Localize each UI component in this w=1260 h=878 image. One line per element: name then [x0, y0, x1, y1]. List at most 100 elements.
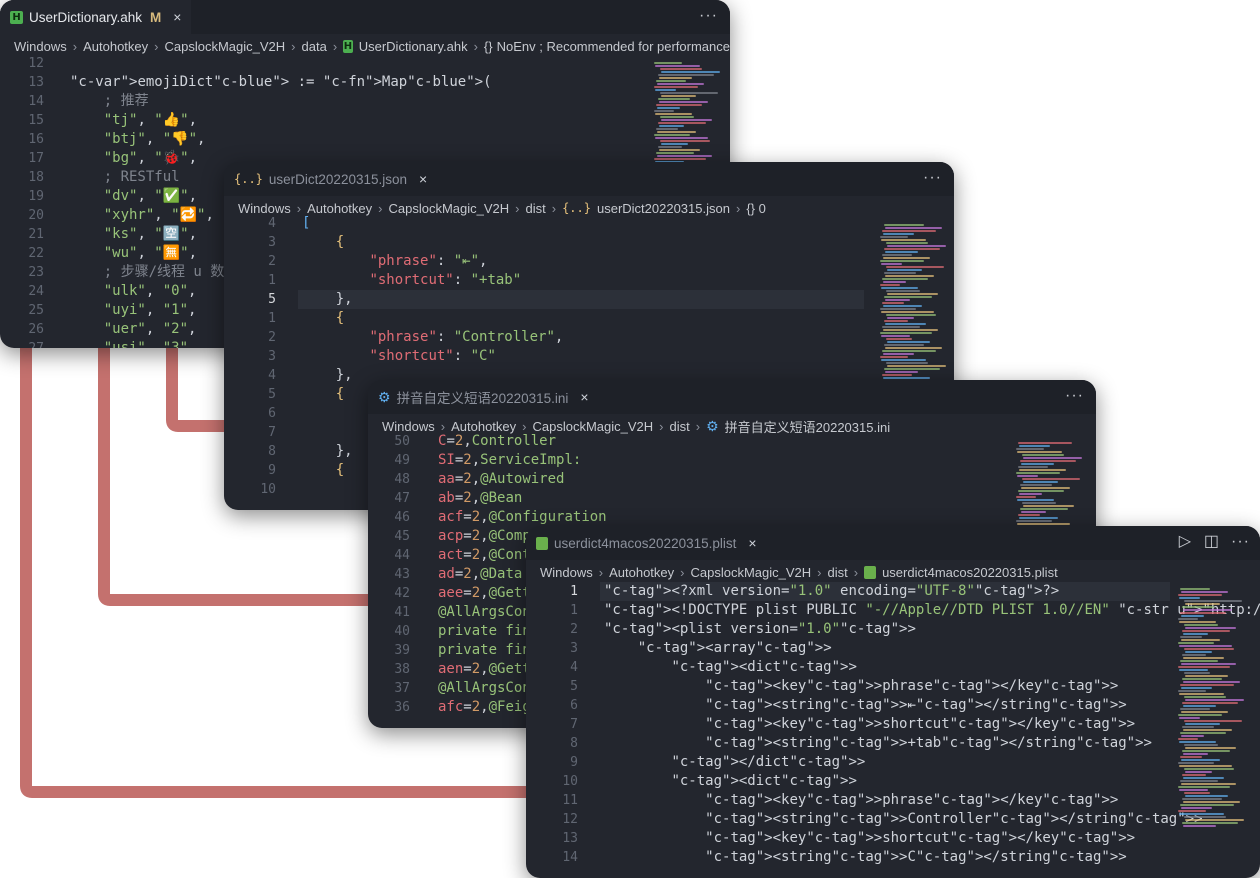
- breadcrumb-item[interactable]: Windows: [14, 39, 67, 54]
- code-line[interactable]: 13 "c-var">emojiDict"c-blue"> := "c-fn">M…: [0, 73, 730, 92]
- tab-userdict-json[interactable]: {..} userDict20220315.json ×: [224, 162, 437, 196]
- minimap-line: [657, 155, 712, 157]
- line-number: 50: [394, 434, 410, 449]
- code-line[interactable]: 2 "c-tag"><plist version="1.0""c-tag">>: [526, 620, 1260, 639]
- minimap-line: [1181, 639, 1220, 641]
- code-line[interactable]: 3 "shortcut": "C": [224, 347, 954, 366]
- breadcrumb-item[interactable]: NoEnv ; Recommended for performance: [497, 39, 730, 54]
- line-text: "tj", "👍",: [103, 112, 198, 128]
- minimap[interactable]: [1178, 588, 1246, 828]
- code-line[interactable]: 1 "c-tag"><!DOCTYPE plist PUBLIC "-//Appl…: [526, 601, 1260, 620]
- code-line[interactable]: 4[: [224, 214, 954, 233]
- code-line[interactable]: 2 "phrase": "⇤",: [224, 252, 954, 271]
- minimap-line: [1016, 496, 1036, 498]
- minimap-line: [1180, 756, 1202, 758]
- line-text: "c-tag"><key"c-tag">>shortcut"c-tag"></k…: [705, 716, 1136, 732]
- code-line[interactable]: 10 "c-tag"><dict"c-tag">>: [526, 772, 1260, 791]
- line-text: "c-tag"><?xml version="1.0" encoding="UT…: [604, 583, 1060, 599]
- more-actions-icon[interactable]: ···: [1065, 387, 1084, 405]
- code-line[interactable]: 8 "c-tag"><string"c-tag">>+tab"c-tag"></…: [526, 734, 1260, 753]
- breadcrumb-item[interactable]: dist: [828, 565, 848, 580]
- line-number: 10: [260, 482, 276, 497]
- code-line[interactable]: 1 "shortcut": "+tab": [224, 271, 954, 290]
- line-text: {: [335, 386, 345, 402]
- minimap-line: [1020, 508, 1068, 510]
- line-number: 43: [394, 567, 410, 582]
- minimap-line: [1016, 448, 1044, 450]
- breadcrumb-item[interactable]: CapslockMagic_V2H: [164, 39, 285, 54]
- minimap-line: [882, 326, 920, 328]
- tab-pinyin-ini[interactable]: ⚙ 拼音自定义短语20220315.ini ×: [368, 380, 599, 414]
- code-line[interactable]: 1 {: [224, 309, 954, 328]
- minimap-line: [656, 80, 686, 82]
- close-icon[interactable]: ×: [419, 171, 427, 187]
- breadcrumb-item[interactable]: Windows: [540, 565, 593, 580]
- code-line[interactable]: 47 ab=2,@Bean: [368, 489, 1096, 508]
- minimap-line: [880, 356, 908, 358]
- close-icon[interactable]: ×: [173, 9, 181, 25]
- code-line[interactable]: 1 "c-tag"><?xml version="1.0" encoding="U…: [526, 582, 1260, 601]
- minimap[interactable]: [1016, 442, 1082, 538]
- breadcrumb-item[interactable]: Autohotkey: [609, 565, 674, 580]
- code-line[interactable]: 11 "c-tag"><key"c-tag">>phrase"c-tag"></…: [526, 791, 1260, 810]
- minimap-line: [887, 293, 938, 295]
- line-number: 15: [28, 113, 44, 128]
- line-number: 21: [28, 227, 44, 242]
- minimap-line: [657, 107, 680, 109]
- code-line[interactable]: 16 "btj", "👎",: [0, 130, 730, 149]
- code-line[interactable]: 46 acf=2,@Configuration: [368, 508, 1096, 527]
- minimap[interactable]: [654, 62, 720, 164]
- breadcrumb-item[interactable]: data: [302, 39, 327, 54]
- line-number: 25: [28, 303, 44, 318]
- breadcrumb-item[interactable]: CapslockMagic_V2H: [690, 565, 811, 580]
- run-icon[interactable]: ▷: [1179, 531, 1192, 551]
- minimap-line: [1183, 825, 1216, 827]
- close-icon[interactable]: ×: [580, 389, 588, 405]
- breadcrumb-item[interactable]: userdict4macos20220315.plist: [882, 565, 1058, 580]
- line-number: 11: [562, 793, 578, 808]
- code-line[interactable]: 4 "c-tag"><dict"c-tag">>: [526, 658, 1260, 677]
- line-number: 12: [28, 56, 44, 71]
- code-line[interactable]: 3 {: [224, 233, 954, 252]
- plist-file-icon: [864, 565, 877, 579]
- code-line[interactable]: 14 "c-tag"><string"c-tag">>C"c-tag"></st…: [526, 848, 1260, 867]
- tab-plist[interactable]: userdict4macos20220315.plist ×: [526, 526, 767, 560]
- code-line[interactable]: 5 },: [224, 290, 954, 309]
- code-line[interactable]: 6 "c-tag"><string"c-tag">>⇤"c-tag"></str…: [526, 696, 1260, 715]
- code-line[interactable]: 7 "c-tag"><key"c-tag">>shortcut"c-tag"><…: [526, 715, 1260, 734]
- minimap-line: [887, 341, 930, 343]
- more-actions-icon[interactable]: ···: [699, 7, 718, 25]
- breadcrumb-item[interactable]: Autohotkey: [83, 39, 148, 54]
- minimap-line: [1178, 714, 1222, 716]
- code-line[interactable]: 9 "c-tag"></dict"c-tag">>: [526, 753, 1260, 772]
- breadcrumb-item[interactable]: UserDictionary.ahk: [359, 39, 468, 54]
- code-line[interactable]: 15 "tj", "👍",: [0, 111, 730, 130]
- code-line[interactable]: 12 "c-tag"><string"c-tag">>Controller"c-…: [526, 810, 1260, 829]
- minimap-line: [884, 368, 940, 370]
- code-line[interactable]: 48 aa=2,@Autowired: [368, 470, 1096, 489]
- code-line[interactable]: 13 "c-tag"><key"c-tag">>shortcut"c-tag">…: [526, 829, 1260, 848]
- minimap-line: [1184, 744, 1218, 746]
- minimap[interactable]: [880, 224, 946, 404]
- code-line[interactable]: 2 "phrase": "Controller",: [224, 328, 954, 347]
- code-line[interactable]: 3 "c-tag"><array"c-tag">>: [526, 639, 1260, 658]
- code-line[interactable]: 50 C=2,Controller: [368, 432, 1096, 451]
- split-editor-icon[interactable]: ◫: [1204, 531, 1220, 551]
- code-editor[interactable]: 1 "c-tag"><?xml version="1.0" encoding="U…: [526, 582, 1260, 878]
- more-actions-icon[interactable]: ···: [1231, 533, 1250, 551]
- code-line[interactable]: 5 "c-tag"><key"c-tag">>phrase"c-tag"></k…: [526, 677, 1260, 696]
- minimap-line: [1178, 738, 1198, 740]
- code-line[interactable]: 12: [0, 54, 730, 73]
- line-text: "c-tag"><string"c-tag">>⇤"c-tag"></strin…: [705, 697, 1127, 713]
- code-line[interactable]: 49 SI=2,ServiceImpl:: [368, 451, 1096, 470]
- code-line[interactable]: 14 ; 推荐: [0, 92, 730, 111]
- more-actions-icon[interactable]: ···: [923, 169, 942, 187]
- minimap-line: [1179, 789, 1208, 791]
- close-icon[interactable]: ×: [748, 535, 756, 551]
- minimap-line: [882, 350, 936, 352]
- minimap-line: [1179, 669, 1208, 671]
- minimap-line: [659, 125, 684, 127]
- line-text: "shortcut": "C": [369, 348, 496, 364]
- line-number: 6: [570, 698, 578, 713]
- tab-userdictionary[interactable]: H UserDictionary.ahk M ×: [0, 0, 192, 34]
